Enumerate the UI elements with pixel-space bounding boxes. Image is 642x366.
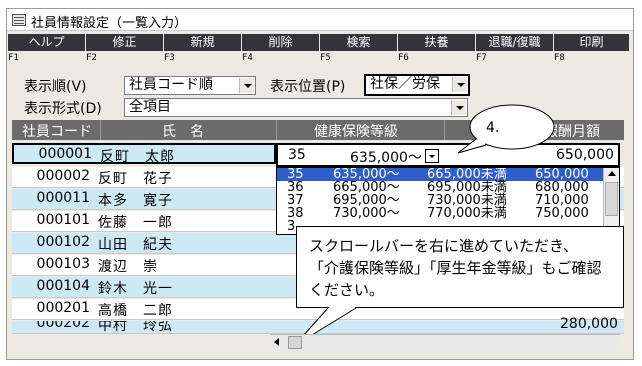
table-row[interactable]: 000102 山田 紀夫 (12, 233, 302, 254)
cell-monthly: 280,000 (560, 316, 618, 332)
cell-code: 000104 (36, 278, 90, 294)
cell-code: 000103 (36, 256, 90, 272)
new-button[interactable]: 新規 (164, 34, 242, 51)
window-title: 社員情報設定（一覧入力） (31, 16, 188, 31)
current-grade: 35 (288, 147, 306, 163)
col-header-code[interactable]: 社員コード (22, 121, 92, 141)
fkey-label: F5 (320, 53, 331, 63)
position-select[interactable]: 社保／労保 (364, 74, 470, 96)
format-label: 表示形式(D) (24, 101, 102, 117)
health-grade-editor[interactable]: 35 635,000～ 650,000 (276, 143, 620, 167)
table-row[interactable]: 000002 反町 花子 (12, 167, 302, 188)
table-row[interactable]: 000202 中村 玲弘 (12, 321, 302, 334)
fkey-label: F1 (8, 53, 19, 63)
option-monthly: 750,000 (535, 206, 589, 221)
retire-button[interactable]: 退職/復職 (476, 34, 554, 51)
chevron-down-icon[interactable] (239, 78, 254, 93)
position-label: 表示位置(P) (270, 79, 346, 95)
option-from: 730,000～ (333, 206, 400, 221)
callout-line: ください。 (309, 281, 385, 299)
cell-name: 反町 太郎 (100, 149, 175, 165)
table-row[interactable]: 000101 佐藤 一郎 (12, 211, 302, 232)
order-select[interactable]: 社員コード順 (124, 76, 256, 95)
scroll-thumb[interactable] (288, 336, 302, 349)
option-grade: 3 (287, 219, 296, 234)
callout-line: スクロールバーを右に進めていただき、 (309, 237, 578, 255)
cell-code: 000202 (36, 321, 90, 331)
callout-line: 「介護保険等級」「厚生年金等級」もご確認 (309, 259, 602, 277)
cell-code: 000101 (36, 212, 90, 228)
cell-name: 佐藤 一郎 (98, 215, 173, 231)
print-button[interactable]: 印刷 (554, 34, 630, 51)
dropdown-option[interactable]: 38 730,000～ 770,000未満 750,000 (277, 207, 603, 220)
col-header-name[interactable]: 氏 名 (162, 121, 204, 141)
cell-code: 000002 (36, 168, 90, 184)
function-key-labels: F1 F2 F3 F4 F5 F6 F7 F8 (8, 53, 630, 65)
current-monthly: 650,000 (556, 147, 614, 163)
cell-name: 山田 紀夫 (98, 237, 173, 253)
order-value: 社員コード順 (129, 77, 213, 93)
cell-name: 高橋 二郎 (98, 303, 173, 319)
table-row[interactable]: 000104 鈴木 光一 (12, 277, 302, 298)
table-row[interactable]: 000011 本多 寛子 (12, 189, 302, 210)
order-label: 表示順(V) (24, 79, 87, 95)
window-icon (12, 14, 26, 26)
cell-code: 000001 (38, 146, 92, 162)
cell-name: 反町 花子 (98, 171, 173, 187)
fkey-label: F3 (164, 53, 175, 63)
dependents-button[interactable]: 扶養 (398, 34, 476, 51)
step-bubble (457, 104, 555, 154)
cell-code: 000011 (36, 190, 90, 206)
horizontal-scrollbar[interactable] (270, 334, 620, 350)
cell-name: 本多 寛子 (98, 193, 173, 209)
position-value: 社保／労保 (370, 76, 440, 92)
format-select[interactable]: 全項目 (124, 98, 468, 117)
chevron-down-icon[interactable] (452, 77, 467, 92)
search-button[interactable]: 検索 (320, 34, 398, 51)
fkey-label: F2 (86, 53, 97, 63)
fkey-label: F4 (242, 53, 253, 63)
dropdown-toggle-icon[interactable] (425, 149, 439, 163)
col-header-health-grade[interactable]: 健康保険等級 (314, 121, 398, 141)
instruction-callout: スクロールバーを右に進めていただき、 「介護保険等級」「厚生年金等級」もご確認 … (296, 226, 624, 308)
scroll-left-icon[interactable] (274, 338, 279, 346)
table-row[interactable]: 000201 高橋 二郎 (12, 299, 302, 320)
edit-button[interactable]: 修正 (86, 34, 164, 51)
cell-code: 000102 (36, 234, 90, 250)
option-to: 770,000未満 (427, 206, 507, 221)
step-number: 4. (486, 120, 500, 136)
scroll-up-icon[interactable] (608, 171, 616, 176)
help-button[interactable]: ヘルプ (8, 34, 86, 51)
cell-name: 鈴木 光一 (98, 281, 173, 297)
title-bar: 社員情報設定（一覧入力） (7, 9, 633, 31)
delete-button[interactable]: 削除 (242, 34, 320, 51)
scroll-thumb[interactable] (605, 182, 618, 216)
fkey-label: F8 (554, 53, 565, 63)
grade-dropdown-list: 35 635,000～ 665,000未満 650,000 36 665,000… (276, 167, 620, 235)
dropdown-scrollbar[interactable] (603, 168, 619, 234)
cell-name: 中村 玲弘 (98, 321, 173, 334)
fkey-label: F6 (398, 53, 409, 63)
table-row[interactable]: 000001 反町 太郎 (12, 143, 276, 165)
cell-name: 渡辺 崇 (98, 259, 158, 275)
cell-code: 000201 (36, 300, 90, 316)
fkey-label: F7 (476, 53, 487, 63)
format-value: 全項目 (129, 99, 171, 115)
table-row[interactable]: 000103 渡辺 崇 (12, 255, 302, 276)
function-toolbar: ヘルプ 修正 新規 削除 検索 扶養 退職/復職 印刷 (8, 34, 630, 51)
current-amount: 635,000～ (350, 150, 422, 166)
